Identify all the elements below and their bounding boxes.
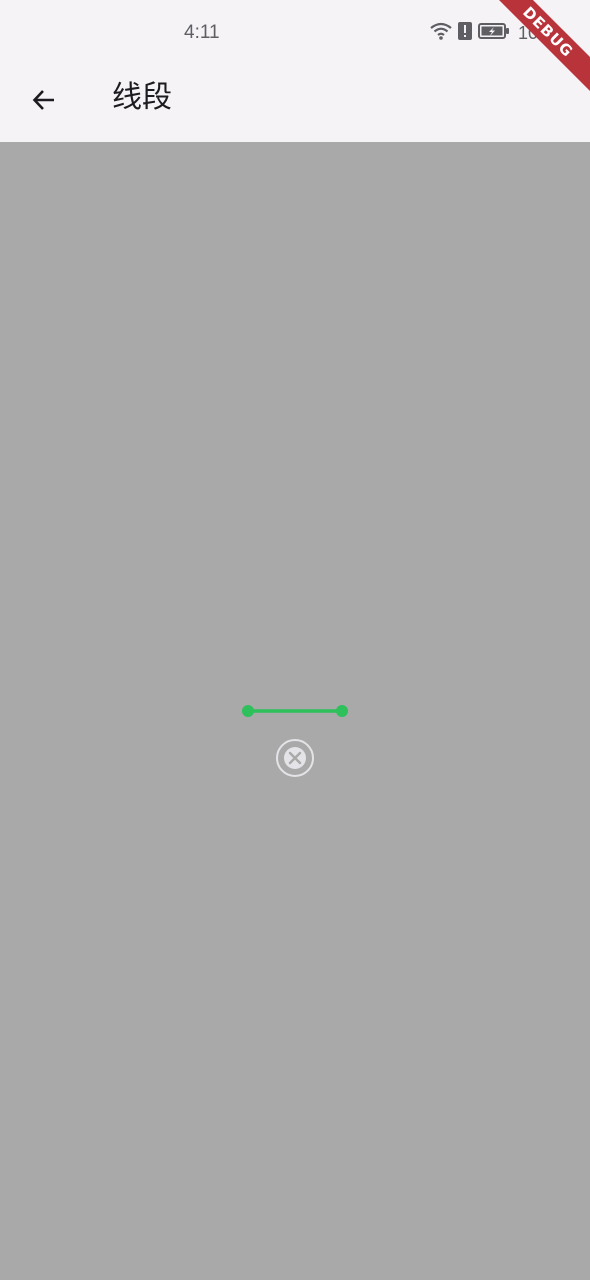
status-time: 4:11 — [184, 22, 220, 43]
canvas-svg — [242, 705, 348, 777]
page-title: 线段 — [112, 80, 172, 115]
wifi-icon — [430, 21, 452, 45]
arrow-left-icon — [30, 86, 58, 118]
status-bar: 4:11 100 — [0, 0, 590, 64]
battery-percent: 100 — [518, 22, 549, 43]
line-end-handle[interactable] — [336, 705, 348, 717]
drawing-canvas[interactable] — [0, 142, 590, 1280]
back-button[interactable] — [20, 78, 68, 126]
battery-icon — [478, 21, 510, 45]
close-circle-icon[interactable] — [276, 739, 314, 777]
alert-icon — [458, 21, 472, 45]
line-start-handle[interactable] — [242, 705, 254, 717]
status-icons: 100 — [430, 21, 548, 45]
app-bar: 线段 — [0, 64, 590, 142]
